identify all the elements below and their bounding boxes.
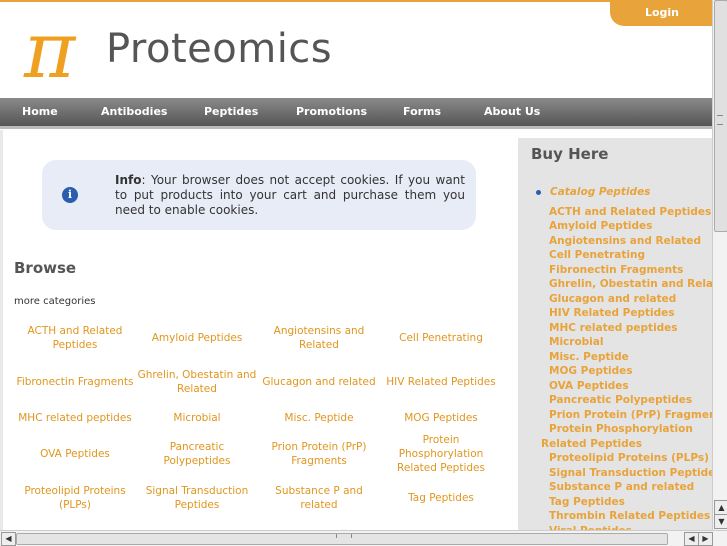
sidebar-item[interactable]: Microbial: [549, 336, 603, 348]
nav-antibodies[interactable]: Antibodies: [101, 98, 167, 126]
category-link[interactable]: Microbial: [136, 400, 258, 436]
category-link[interactable]: MHC related peptides: [14, 400, 136, 436]
nav-home[interactable]: Home: [22, 98, 58, 126]
category-link[interactable]: Substance P and related: [258, 480, 380, 516]
sidebar-item[interactable]: Prion Protein (PrP) Fragments: [549, 409, 727, 421]
category-link[interactable]: MOG Peptides: [380, 400, 502, 436]
scroll-down-arrow-icon[interactable]: ▼: [714, 514, 727, 529]
category-link[interactable]: Tag Peptides: [380, 480, 502, 516]
login-button[interactable]: Login: [610, 0, 714, 26]
horizontal-scrollbar[interactable]: ◀ ◀ ▶: [0, 530, 727, 546]
sidebar-item[interactable]: HIV Related Peptides: [549, 307, 675, 319]
scroll-right-arrow-icon[interactable]: ▶: [698, 532, 713, 546]
nav-peptides[interactable]: Peptides: [204, 98, 258, 126]
sidebar-item[interactable]: Related Peptides: [541, 438, 642, 450]
sidebar-item[interactable]: MOG Peptides: [549, 365, 633, 377]
category-link[interactable]: Protein Phosphorylation Related Peptides: [380, 434, 502, 474]
sidebar-item[interactable]: MHC related peptides: [549, 322, 678, 334]
grip-icon: [717, 115, 723, 125]
sidebar-heading: Buy Here: [531, 145, 609, 163]
sidebar-item[interactable]: Misc. Peptide: [549, 351, 629, 363]
category-link[interactable]: Cell Penetrating: [380, 320, 502, 356]
sidebar-item[interactable]: Tag Peptides: [549, 496, 625, 508]
sidebar-item[interactable]: Glucagon and related: [549, 293, 676, 305]
sidebar-item[interactable]: OVA Peptides: [549, 380, 629, 392]
site-logo[interactable]: π Proteomics: [24, 6, 332, 96]
sidebar-item[interactable]: Ghrelin, Obestatin and Related: [549, 278, 727, 290]
category-link[interactable]: Fibronectin Fragments: [14, 364, 136, 400]
category-link[interactable]: Amyloid Peptides: [136, 320, 258, 356]
sidebar-item[interactable]: Proteolipid Proteins (PLPs): [549, 452, 709, 464]
buy-here-sidebar: Buy Here Catalog Peptides ACTH and Relat…: [518, 138, 727, 530]
nav-promotions[interactable]: Promotions: [296, 98, 367, 126]
info-icon: i: [62, 187, 78, 203]
sidebar-item[interactable]: Cell Penetrating: [549, 249, 645, 261]
sidebar-catalog-peptides[interactable]: Catalog Peptides: [550, 186, 650, 198]
pi-logo-symbol: π: [24, 6, 76, 96]
grip-icon: [336, 534, 352, 538]
category-link[interactable]: Misc. Peptide: [258, 400, 380, 436]
nav-about-us[interactable]: About Us: [484, 98, 540, 126]
nav-forms[interactable]: Forms: [403, 98, 441, 126]
sidebar-item[interactable]: Protein Phosphorylation: [549, 423, 693, 435]
sidebar-item[interactable]: Amyloid Peptides: [549, 220, 652, 232]
scroll-left-arrow-icon[interactable]: ◀: [1, 532, 16, 546]
scroll-right-arrow-icon[interactable]: ◀: [684, 532, 699, 546]
bullet-icon: [536, 190, 541, 195]
sidebar-item[interactable]: Pancreatic Polypeptides: [549, 394, 692, 406]
cookie-info-box: i Info: Your browser does not accept coo…: [42, 160, 476, 230]
category-link[interactable]: OVA Peptides: [14, 436, 136, 472]
logo-wordmark: Proteomics: [106, 26, 333, 72]
category-link[interactable]: ACTH and Related Peptides: [14, 320, 136, 356]
category-link[interactable]: Proteolipid Proteins (PLPs): [14, 480, 136, 516]
sidebar-item[interactable]: Fibronectin Fragments: [549, 264, 683, 276]
main-navigation: Home Antibodies Peptides Promotions Form…: [0, 98, 712, 129]
category-link[interactable]: Signal Transduction Peptides: [136, 480, 258, 516]
sidebar-item[interactable]: Substance P and related: [549, 481, 694, 493]
sidebar-item[interactable]: ACTH and Related Peptides: [549, 206, 711, 218]
category-link[interactable]: Ghrelin, Obestatin and Related: [136, 364, 258, 400]
sidebar-item[interactable]: Angiotensins and Related: [549, 235, 701, 247]
category-link[interactable]: Angiotensins and Related: [258, 320, 380, 356]
info-label: Info: [115, 173, 142, 187]
category-link[interactable]: Pancreatic Polypeptides: [136, 436, 258, 472]
browse-heading: Browse: [14, 259, 77, 277]
sidebar-item[interactable]: Thrombin Related Peptides: [549, 510, 710, 522]
category-link[interactable]: Glucagon and related: [258, 364, 380, 400]
sidebar-item[interactable]: Signal Transduction Peptides: [549, 467, 722, 479]
vertical-scrollbar[interactable]: ▲ ▼: [712, 0, 727, 530]
info-message: Info: Your browser does not accept cooki…: [115, 173, 465, 218]
category-link[interactable]: HIV Related Peptides: [380, 364, 502, 400]
scroll-up-arrow-icon[interactable]: ▲: [714, 500, 727, 515]
left-edge-strip: [0, 130, 3, 530]
info-text: : Your browser does not accept cookies. …: [115, 173, 465, 217]
category-link[interactable]: Prion Protein (PrP) Fragments: [258, 436, 380, 472]
more-categories-label: more categories: [14, 296, 96, 307]
